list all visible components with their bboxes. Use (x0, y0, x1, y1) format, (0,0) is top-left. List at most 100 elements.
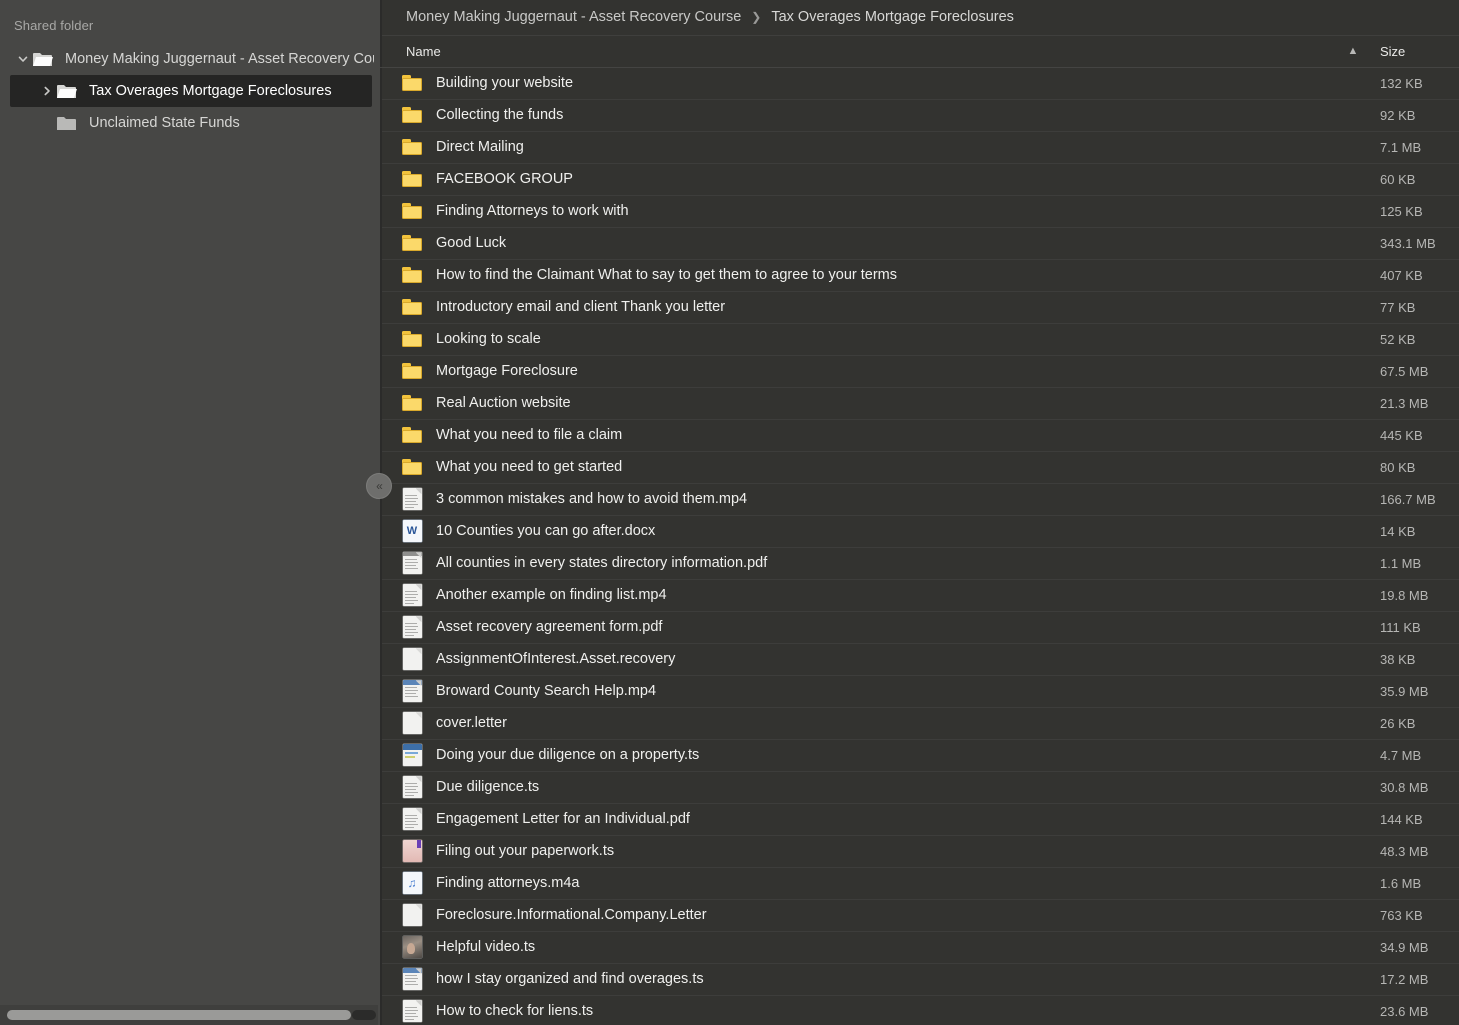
file-name: Looking to scale (436, 331, 541, 348)
tree-item-0[interactable]: Money Making Juggernaut - Asset Recovery… (0, 43, 380, 75)
document-thumbnail-icon (402, 680, 422, 703)
file-name: Filing out your paperwork.ts (436, 843, 615, 860)
file-row[interactable]: How to check for liens.ts 23.6 MB (380, 996, 1459, 1025)
file-size: 92 KB (1380, 107, 1416, 123)
folder-tree: Money Making Juggernaut - Asset Recovery… (0, 41, 380, 139)
document-thumbnail-icon (402, 616, 422, 639)
chevron-right-icon[interactable] (38, 85, 56, 97)
file-size: 19.8 MB (1380, 587, 1429, 603)
file-row[interactable]: Due diligence.ts 30.8 MB (380, 772, 1459, 804)
breadcrumb-item-root[interactable]: Money Making Juggernaut - Asset Recovery… (406, 9, 741, 25)
file-row[interactable]: How to find the Claimant What to say to … (380, 260, 1459, 292)
folder-icon (402, 459, 422, 476)
column-header-size[interactable]: Size (1370, 44, 1459, 59)
file-row[interactable]: AssignmentOfInterest.Asset.recovery 38 KB (380, 644, 1459, 676)
file-icon-wrap (400, 584, 424, 607)
file-icon-wrap (400, 392, 424, 414)
file-size: 1.1 MB (1380, 555, 1422, 571)
file-icon-wrap (400, 552, 424, 575)
file-row[interactable]: Real Auction website 21.3 MB (380, 388, 1459, 420)
collapse-sidebar-button[interactable]: « (366, 473, 392, 499)
file-row[interactable]: Another example on finding list.mp4 19.8 … (380, 580, 1459, 612)
file-row[interactable]: Asset recovery agreement form.pdf 111 KB (380, 612, 1459, 644)
file-row[interactable]: cover.letter 26 KB (380, 708, 1459, 740)
chevron-down-icon[interactable] (14, 53, 32, 65)
file-row[interactable]: Foreclosure.Informational.Company.Letter… (380, 900, 1459, 932)
document-thumbnail-icon (402, 584, 422, 607)
file-size: 30.8 MB (1380, 779, 1429, 795)
file-icon-wrap (400, 776, 424, 799)
file-row[interactable]: W 10 Counties you can go after.docx 14 KB (380, 516, 1459, 548)
file-icon-wrap (400, 712, 424, 735)
file-row[interactable]: Direct Mailing 7.1 MB (380, 132, 1459, 164)
file-size: 26 KB (1380, 715, 1416, 731)
column-header-row: Name ▲ Size (380, 36, 1459, 68)
sidebar-horizontal-scrollbar[interactable] (0, 1005, 378, 1025)
tree-item-label: Tax Overages Mortgage Foreclosures (89, 83, 332, 99)
folder-icon (402, 267, 422, 284)
file-icon-wrap (400, 744, 424, 767)
breadcrumb: Money Making Juggernaut - Asset Recovery… (380, 0, 1459, 36)
file-name: Good Luck (436, 235, 507, 252)
tree-item-2[interactable]: Unclaimed State Funds (0, 107, 380, 139)
file-size: 60 KB (1380, 171, 1416, 187)
sort-ascending-icon[interactable]: ▲ (1336, 45, 1370, 57)
file-row[interactable]: 3 common mistakes and how to avoid them.… (380, 484, 1459, 516)
file-name: Mortgage Foreclosure (436, 363, 578, 380)
file-row[interactable]: Good Luck 343.1 MB (380, 228, 1459, 260)
file-name: Finding attorneys.m4a (436, 875, 580, 892)
file-icon-wrap (400, 488, 424, 511)
file-name: Introductory email and client Thank you … (436, 299, 726, 316)
tree-item-label: Unclaimed State Funds (89, 115, 240, 131)
file-row[interactable]: Broward County Search Help.mp4 35.9 MB (380, 676, 1459, 708)
file-row[interactable]: Mortgage Foreclosure 67.5 MB (380, 356, 1459, 388)
file-row[interactable]: Engagement Letter for an Individual.pdf 1… (380, 804, 1459, 836)
file-row[interactable]: All counties in every states directory i… (380, 548, 1459, 580)
document-thumbnail-icon (402, 488, 422, 511)
sidebar-folder-tree-panel: Shared folder Money Making Juggernaut - … (0, 0, 380, 1025)
scrollbar-thumb[interactable] (7, 1010, 351, 1020)
column-header-name[interactable]: Name (380, 44, 1336, 59)
file-icon-wrap (400, 136, 424, 158)
file-row[interactable]: What you need to file a claim 445 KB (380, 420, 1459, 452)
file-size: 48.3 MB (1380, 843, 1429, 859)
folder-icon (402, 171, 422, 188)
generic-file-icon (402, 712, 422, 735)
file-size: 111 KB (1380, 619, 1421, 635)
tree-item-1[interactable]: Tax Overages Mortgage Foreclosures (10, 75, 372, 107)
file-size: 35.9 MB (1380, 683, 1429, 699)
file-name: Asset recovery agreement form.pdf (436, 619, 663, 636)
file-name: How to check for liens.ts (436, 1003, 594, 1020)
file-row[interactable]: Doing your due diligence on a property.t… (380, 740, 1459, 772)
file-size: 4.7 MB (1380, 747, 1422, 763)
breadcrumb-item-current[interactable]: Tax Overages Mortgage Foreclosures (771, 9, 1014, 25)
file-row[interactable]: Introductory email and client Thank you … (380, 292, 1459, 324)
file-name: Collecting the funds (436, 107, 564, 124)
word-document-icon: W (402, 520, 422, 543)
file-icon-wrap: W (400, 520, 424, 543)
file-row[interactable]: FACEBOOK GROUP 60 KB (380, 164, 1459, 196)
file-size: 445 KB (1380, 427, 1423, 443)
file-size: 17.2 MB (1380, 971, 1429, 987)
file-row[interactable]: Looking to scale 52 KB (380, 324, 1459, 356)
file-row[interactable]: Helpful video.ts 34.9 MB (380, 932, 1459, 964)
file-name: Engagement Letter for an Individual.pdf (436, 811, 690, 828)
file-row[interactable]: Building your website 132 KB (380, 68, 1459, 100)
file-size: 34.9 MB (1380, 939, 1429, 955)
file-row[interactable]: Finding Attorneys to work with 125 KB (380, 196, 1459, 228)
file-row[interactable]: What you need to get started 80 KB (380, 452, 1459, 484)
file-row[interactable]: ♫ Finding attorneys.m4a 1.6 MB (380, 868, 1459, 900)
file-row[interactable]: Filing out your paperwork.ts 48.3 MB (380, 836, 1459, 868)
file-size: 125 KB (1380, 203, 1423, 219)
file-size: 763 KB (1380, 907, 1423, 923)
file-size: 80 KB (1380, 459, 1416, 475)
folder-open-icon (56, 82, 80, 100)
document-thumbnail-icon (402, 1000, 422, 1023)
file-name: cover.letter (436, 715, 507, 732)
file-row[interactable]: Collecting the funds 92 KB (380, 100, 1459, 132)
file-row[interactable]: how I stay organized and find overages.t… (380, 964, 1459, 996)
file-name: AssignmentOfInterest.Asset.recovery (436, 651, 676, 668)
file-icon-wrap (400, 616, 424, 639)
tree-item-label: Money Making Juggernaut - Asset Recovery… (65, 51, 374, 67)
file-name: What you need to get started (436, 459, 623, 476)
